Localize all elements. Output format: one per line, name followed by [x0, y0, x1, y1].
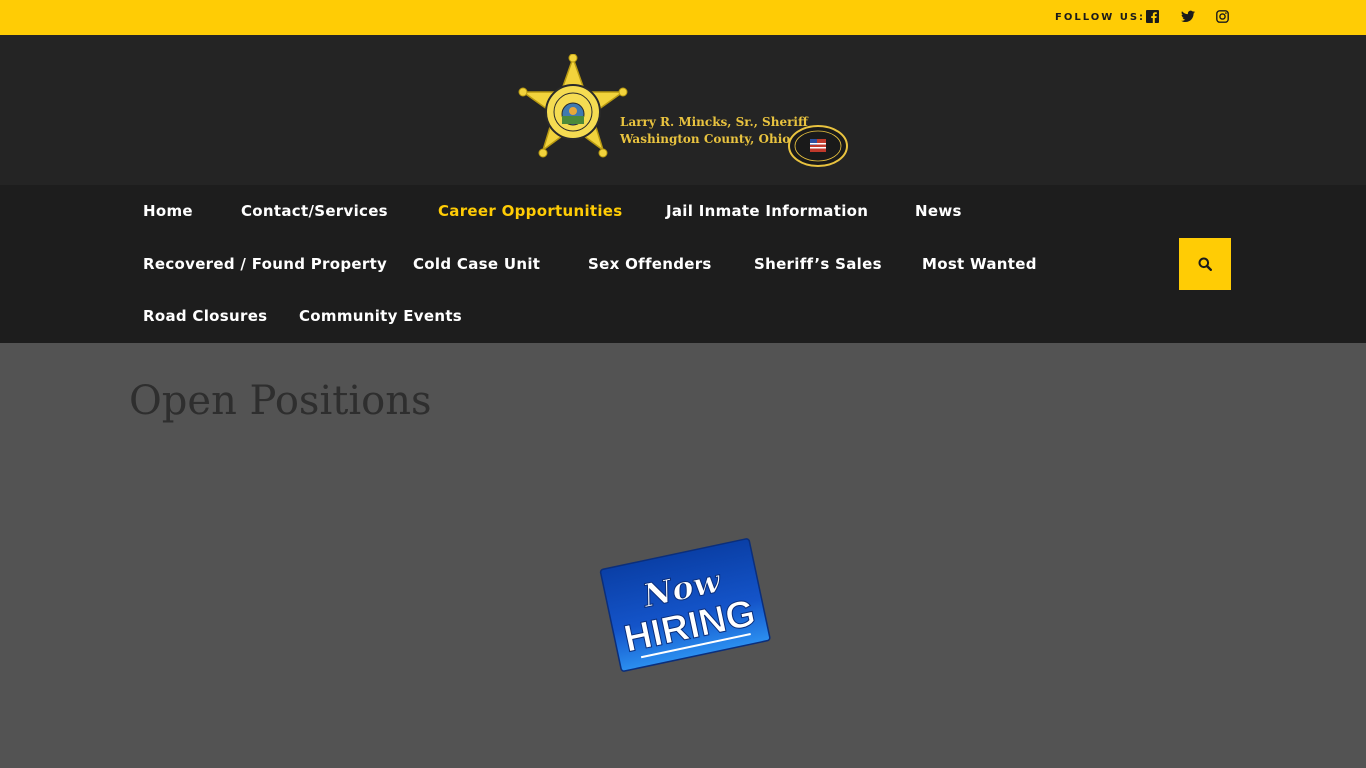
site-logo[interactable]: [518, 54, 854, 174]
twitter-icon[interactable]: [1181, 10, 1195, 24]
logo-sheriff-name: Larry R. Mincks, Sr., Sheriff: [620, 115, 808, 129]
nav-item-road-closures[interactable]: Road Closures: [143, 307, 267, 325]
nav-item-news[interactable]: News: [915, 202, 962, 220]
nav-item-most-wanted[interactable]: Most Wanted: [922, 255, 1037, 273]
nav-item-contact-services[interactable]: Contact/Services: [241, 202, 388, 220]
search-icon: [1198, 257, 1212, 271]
page-title: Open Positions: [129, 378, 432, 424]
search-button[interactable]: [1179, 238, 1231, 290]
nav-item-career-opportunities[interactable]: Career Opportunities: [438, 202, 623, 220]
top-bar: FOLLOW US:: [0, 0, 1366, 35]
facebook-icon[interactable]: [1146, 10, 1160, 24]
follow-us-label: FOLLOW US:: [1055, 12, 1146, 23]
nav-item-home[interactable]: Home: [143, 202, 193, 220]
nav-item-cold-case-unit[interactable]: Cold Case Unit: [413, 255, 540, 273]
logo-county-name: Washington County, Ohio: [620, 132, 791, 146]
now-hiring-sign-image: Now HIRING: [597, 533, 773, 675]
nav-item-jail-inmate-information[interactable]: Jail Inmate Information: [666, 202, 868, 220]
instagram-icon[interactable]: [1216, 10, 1230, 24]
nav-item-sex-offenders[interactable]: Sex Offenders: [588, 255, 712, 273]
sheriff-star-badge-icon: [518, 54, 848, 167]
nav-item-community-events[interactable]: Community Events: [299, 307, 462, 325]
nav-item-recovered-found-property[interactable]: Recovered / Found Property: [143, 255, 387, 273]
nav-item-sheriffs-sales[interactable]: Sheriff’s Sales: [754, 255, 882, 273]
